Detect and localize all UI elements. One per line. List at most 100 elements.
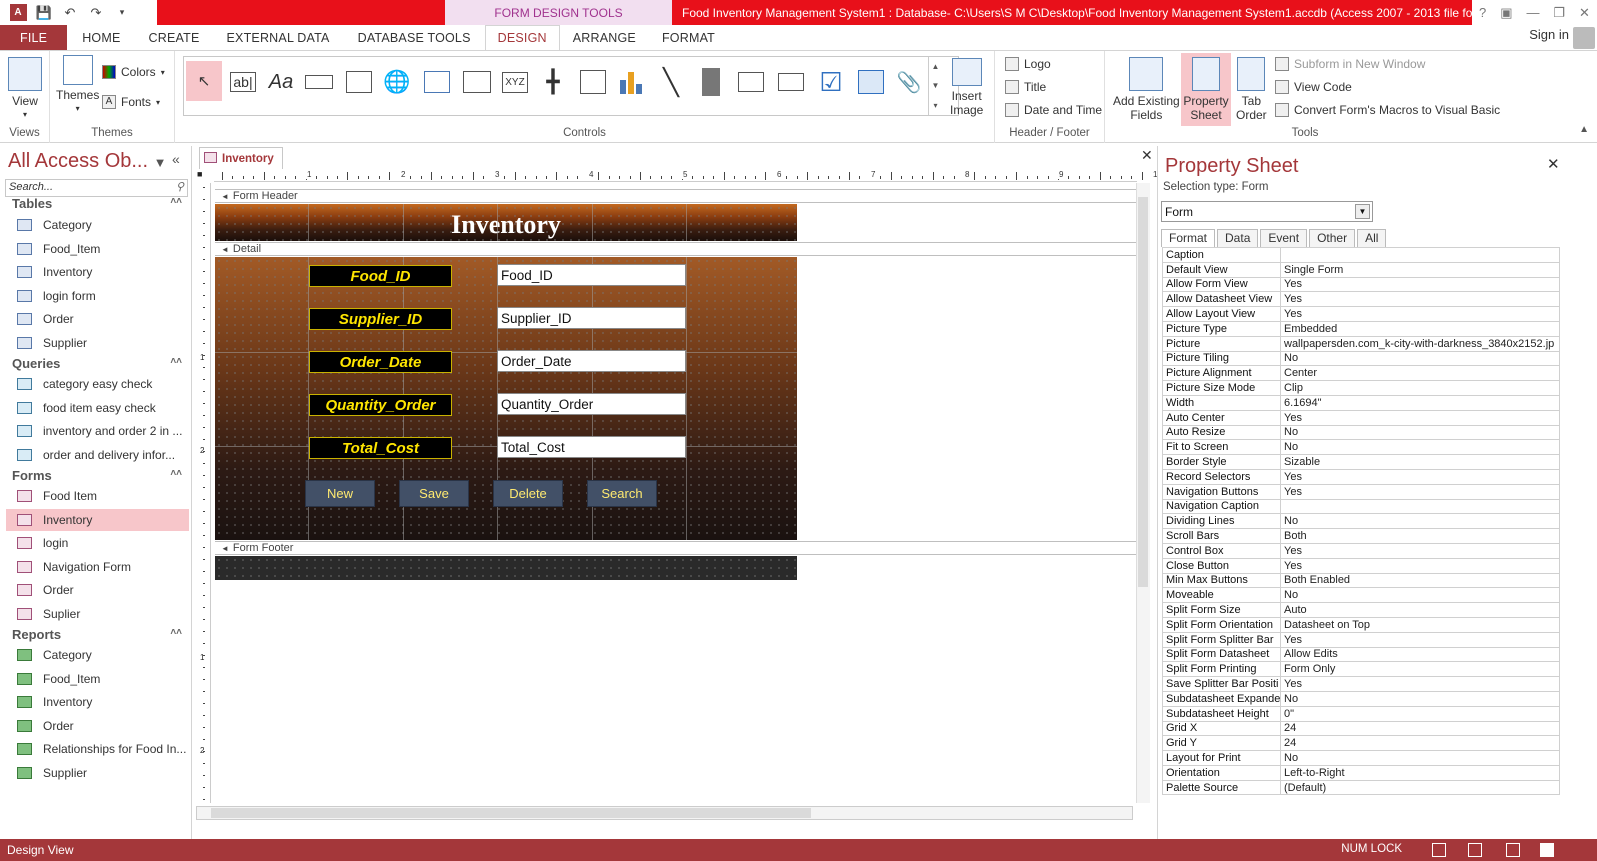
- property-row[interactable]: Picture Tiling No: [1162, 350, 1560, 367]
- field-textbox[interactable]: Supplier_ID: [497, 307, 686, 329]
- scroll-down-icon[interactable]: ▼: [932, 81, 940, 90]
- design-view-icon[interactable]: [1540, 843, 1554, 857]
- nav-item[interactable]: Supplier: [6, 762, 189, 784]
- access-app-icon[interactable]: A: [8, 3, 28, 23]
- themes-button[interactable]: Themes ▾: [56, 55, 99, 116]
- field-label[interactable]: Order_Date: [309, 351, 452, 373]
- property-row[interactable]: Navigation Buttons Yes: [1162, 483, 1560, 500]
- nav-item[interactable]: login: [6, 532, 189, 554]
- property-sheet-button[interactable]: Property Sheet: [1181, 53, 1231, 126]
- toggle-button-control-icon[interactable]: [694, 65, 728, 99]
- property-value[interactable]: wallpapersden.com_k-city-with-darkness_3…: [1280, 335, 1560, 352]
- tab-external-data[interactable]: EXTERNAL DATA: [213, 25, 344, 50]
- field-label[interactable]: Quantity_Order: [309, 394, 452, 416]
- tab-home[interactable]: HOME: [67, 25, 135, 50]
- property-tab-data[interactable]: Data: [1217, 229, 1259, 247]
- tab-order-button[interactable]: Tab Order: [1236, 57, 1267, 122]
- combo-box-control-icon[interactable]: [576, 65, 610, 99]
- nav-item[interactable]: Navigation Form: [6, 556, 189, 578]
- horizontal-scrollbar[interactable]: [196, 806, 1133, 820]
- delete-button[interactable]: Delete: [493, 480, 563, 507]
- property-value[interactable]: Left-to-Right: [1280, 764, 1560, 781]
- select-pointer-icon[interactable]: ↖: [186, 61, 222, 101]
- property-row[interactable]: Orientation Left-to-Right: [1162, 764, 1560, 781]
- fonts-button[interactable]: A Fonts ▾: [102, 95, 160, 109]
- field-textbox[interactable]: Total_Cost: [497, 436, 686, 458]
- property-value[interactable]: Single Form: [1280, 261, 1560, 278]
- property-value[interactable]: Datasheet on Top: [1280, 616, 1560, 633]
- nav-pane-title[interactable]: All Access Ob... ▼: [8, 150, 167, 173]
- property-row[interactable]: Split Form Datasheet Allow Edits: [1162, 646, 1560, 663]
- redo-icon[interactable]: ↷: [86, 3, 106, 23]
- property-row[interactable]: Save Splitter Bar Positi Yes: [1162, 676, 1560, 692]
- property-value[interactable]: Yes: [1280, 483, 1560, 500]
- nav-item[interactable]: Relationships for Food In...: [6, 738, 189, 760]
- property-row[interactable]: Default View Single Form: [1162, 261, 1560, 278]
- form-footer-section[interactable]: [215, 556, 797, 580]
- property-value[interactable]: (Default): [1280, 779, 1560, 796]
- property-row[interactable]: Scroll Bars Both: [1162, 528, 1560, 544]
- nav-item[interactable]: Food_Item: [6, 668, 189, 690]
- property-value[interactable]: Both Enabled: [1280, 572, 1560, 589]
- property-row[interactable]: Moveable No: [1162, 587, 1560, 604]
- option-group-control-icon[interactable]: XYZ: [498, 65, 532, 99]
- collapse-section-icon[interactable]: ˄˄: [170, 627, 182, 638]
- chevron-down-icon[interactable]: ▼: [1355, 204, 1370, 219]
- nav-item[interactable]: login form: [6, 285, 189, 307]
- property-value[interactable]: [1280, 247, 1560, 263]
- property-value[interactable]: Both: [1280, 528, 1560, 544]
- nav-item[interactable]: Order: [6, 308, 189, 330]
- web-browser-control-icon[interactable]: [420, 65, 454, 99]
- field-label[interactable]: Total_Cost: [309, 437, 452, 459]
- property-value[interactable]: Form Only: [1280, 661, 1560, 678]
- page-break-control-icon[interactable]: ╋: [536, 65, 570, 99]
- nav-section-forms[interactable]: Forms ˄˄: [12, 468, 182, 483]
- nav-item[interactable]: Food_Item: [6, 238, 189, 260]
- nav-section-queries[interactable]: Queries ˄˄: [12, 356, 182, 371]
- datasheet-view-icon[interactable]: [1468, 843, 1482, 857]
- property-value[interactable]: Embedded: [1280, 320, 1560, 337]
- help-icon[interactable]: ?: [1479, 5, 1486, 20]
- sign-in-link[interactable]: Sign in: [1529, 27, 1569, 42]
- property-row[interactable]: Dividing Lines No: [1162, 513, 1560, 530]
- form-selector[interactable]: ■: [197, 169, 212, 182]
- title-button[interactable]: Title: [1005, 80, 1046, 94]
- property-value[interactable]: Auto: [1280, 602, 1560, 618]
- chart-control-icon[interactable]: [614, 65, 648, 99]
- property-value[interactable]: No: [1280, 439, 1560, 456]
- property-value[interactable]: Allow Edits: [1280, 646, 1560, 663]
- property-value[interactable]: No: [1280, 350, 1560, 367]
- nav-item[interactable]: Inventory: [6, 691, 189, 713]
- property-value[interactable]: No: [1280, 690, 1560, 707]
- property-value[interactable]: Yes: [1280, 542, 1560, 559]
- tab-control-icon[interactable]: [342, 65, 376, 99]
- property-row[interactable]: Min Max Buttons Both Enabled: [1162, 572, 1560, 589]
- search-icon[interactable]: ⚲: [176, 180, 184, 193]
- property-row[interactable]: Subdatasheet Expande No: [1162, 690, 1560, 707]
- property-value[interactable]: Yes: [1280, 291, 1560, 308]
- insert-image-button[interactable]: Insert Image: [950, 58, 983, 117]
- save-button[interactable]: Save: [399, 480, 469, 507]
- property-row[interactable]: Fit to Screen No: [1162, 439, 1560, 456]
- h-scroll-thumb[interactable]: [211, 808, 811, 818]
- property-row[interactable]: Allow Layout View Yes: [1162, 306, 1560, 322]
- form-view-icon[interactable]: [1432, 843, 1446, 857]
- property-row[interactable]: Width 6.1694": [1162, 394, 1560, 411]
- property-row[interactable]: Palette Source (Default): [1162, 779, 1560, 796]
- property-value[interactable]: 6.1694": [1280, 394, 1560, 411]
- property-value[interactable]: Yes: [1280, 276, 1560, 293]
- nav-item[interactable]: Order: [6, 579, 189, 601]
- undo-icon[interactable]: ↶: [60, 3, 80, 23]
- avatar[interactable]: [1573, 27, 1595, 49]
- property-row[interactable]: Split Form Printing Form Only: [1162, 661, 1560, 678]
- property-tab-event[interactable]: Event: [1260, 229, 1308, 247]
- v-scroll-thumb[interactable]: [1138, 197, 1148, 587]
- more-icon[interactable]: ▾: [933, 101, 937, 110]
- nav-item[interactable]: Order: [6, 715, 189, 737]
- scroll-up-icon[interactable]: ▲: [932, 62, 940, 71]
- field-textbox[interactable]: Quantity_Order: [497, 393, 686, 415]
- tab-format[interactable]: FORMAT: [649, 25, 728, 50]
- restore-icon[interactable]: ❐: [1553, 5, 1565, 21]
- property-value[interactable]: No: [1280, 750, 1560, 766]
- nav-section-tables[interactable]: Tables ˄˄: [12, 196, 182, 211]
